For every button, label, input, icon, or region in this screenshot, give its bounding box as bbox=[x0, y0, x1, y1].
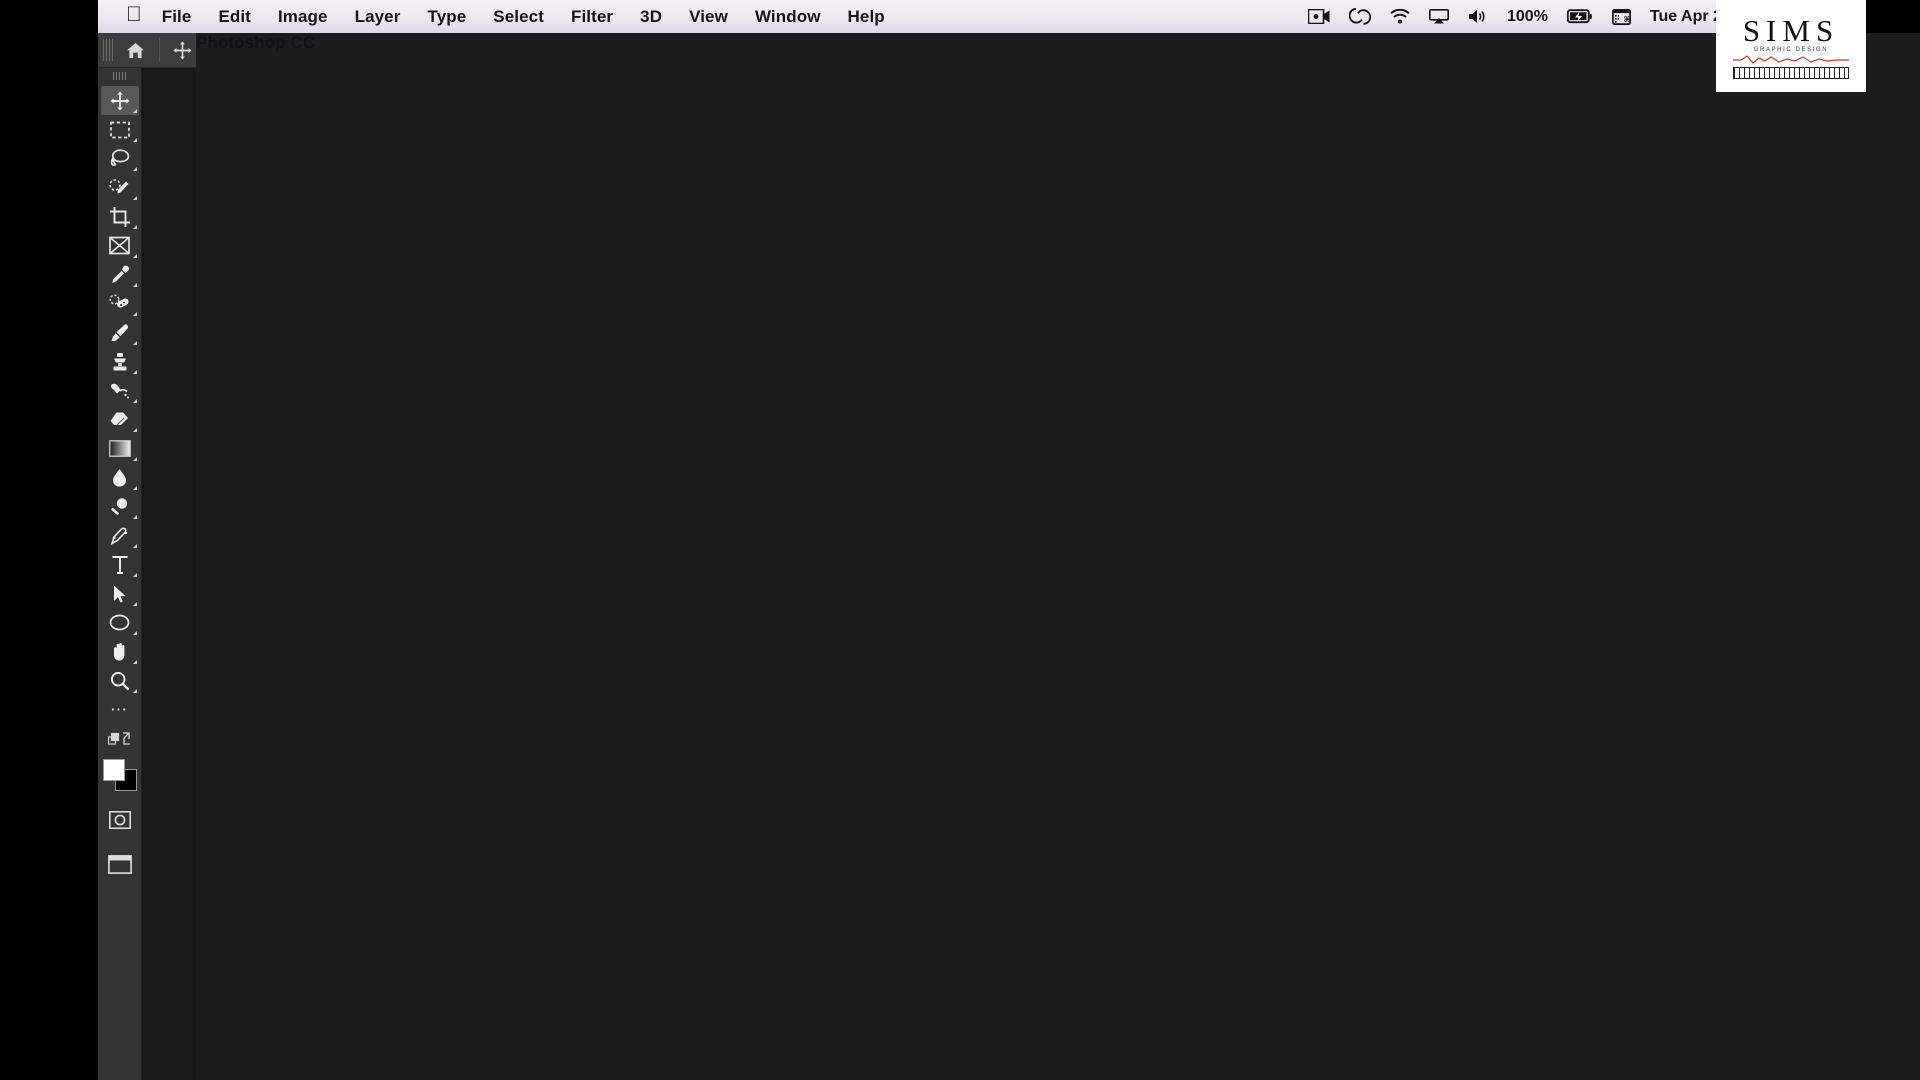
apple-logo-icon[interactable]:  bbox=[126, 4, 142, 25]
menu-item-filter[interactable]: Filter bbox=[571, 7, 613, 27]
toolbar-grip[interactable] bbox=[112, 72, 127, 80]
move-tool[interactable] bbox=[100, 86, 139, 115]
screen-mode-icon[interactable] bbox=[101, 850, 139, 879]
creative-cloud-icon[interactable] bbox=[1349, 8, 1371, 25]
menu-app-name[interactable]: Photoshop CC bbox=[196, 33, 1920, 1080]
lasso-tool[interactable] bbox=[101, 144, 139, 173]
volume-icon[interactable] bbox=[1468, 9, 1488, 24]
menu-item-select[interactable]: Select bbox=[493, 7, 544, 27]
menu-item-3d[interactable]: 3D bbox=[640, 7, 662, 27]
foreground-color-swatch[interactable] bbox=[102, 759, 125, 781]
video-camera-icon[interactable] bbox=[1308, 9, 1330, 24]
zoom-tool[interactable] bbox=[101, 666, 139, 695]
hand-tool[interactable] bbox=[101, 637, 139, 666]
logo-bar-decoration bbox=[1733, 67, 1849, 79]
dodge-tool[interactable] bbox=[101, 492, 139, 521]
airplay-icon[interactable] bbox=[1429, 9, 1449, 24]
blur-tool[interactable] bbox=[101, 463, 139, 492]
watermark-logo: SIMS GRAPHIC DESIGN bbox=[1716, 0, 1866, 92]
crop-tool[interactable] bbox=[101, 202, 139, 231]
type-tool[interactable] bbox=[101, 550, 139, 579]
waveform-decoration bbox=[1733, 55, 1849, 64]
menu-item-type[interactable]: Type bbox=[427, 7, 466, 27]
menu-item-help[interactable]: Help bbox=[848, 7, 885, 27]
battery-percent: 100% bbox=[1507, 7, 1548, 25]
eraser-tool[interactable] bbox=[101, 405, 139, 434]
menu-item-file[interactable]: File bbox=[162, 7, 192, 27]
watermark-title: SIMS bbox=[1742, 13, 1840, 48]
wifi-icon[interactable] bbox=[1390, 9, 1410, 24]
foreground-background-color-swatch[interactable] bbox=[102, 759, 137, 791]
eyedropper-tool[interactable] bbox=[101, 260, 139, 289]
watermark-subtitle: GRAPHIC DESIGN bbox=[1753, 47, 1829, 53]
move-tool-icon bbox=[173, 41, 192, 59]
battery-charging-icon[interactable] bbox=[1566, 9, 1593, 24]
history-brush-tool[interactable] bbox=[101, 376, 139, 405]
home-icon[interactable] bbox=[118, 42, 152, 59]
gradient-tool[interactable] bbox=[101, 434, 139, 463]
svg-text:⌘: ⌘ bbox=[1623, 15, 1630, 24]
left-letterbox bbox=[0, 0, 98, 1080]
menu-item-edit[interactable]: Edit bbox=[218, 7, 251, 27]
path-selection-tool[interactable] bbox=[101, 579, 139, 608]
options-bar-grip[interactable] bbox=[103, 39, 115, 61]
quick-selection-tool[interactable] bbox=[101, 173, 139, 202]
macos-menu-bar:  Photoshop CC File Edit Image Layer Typ… bbox=[98, 0, 1920, 1080]
pen-tool[interactable] bbox=[101, 521, 139, 550]
photoshop-screen:  Photoshop CC File Edit Image Layer Typ… bbox=[0, 0, 1920, 1080]
frame-tool[interactable] bbox=[101, 231, 139, 260]
menu-item-layer[interactable]: Layer bbox=[355, 7, 401, 27]
menu-item-window[interactable]: Window bbox=[755, 7, 821, 27]
rectangular-marquee-tool[interactable] bbox=[101, 115, 139, 144]
keyboard-input-icon[interactable]: ⌘ bbox=[1611, 8, 1631, 25]
quick-mask-icon[interactable] bbox=[101, 805, 139, 834]
menu-item-image[interactable]: Image bbox=[278, 7, 328, 27]
tools-palette: ⋯ bbox=[98, 68, 142, 1080]
default-colors-and-swap-icons[interactable] bbox=[101, 724, 139, 753]
edit-toolbar-more-button[interactable]: ⋯ bbox=[101, 695, 139, 724]
spot-healing-brush-tool[interactable] bbox=[101, 289, 139, 318]
brush-tool[interactable] bbox=[101, 318, 139, 347]
menu-item-view[interactable]: View bbox=[689, 7, 728, 27]
ellipse-tool[interactable] bbox=[101, 608, 139, 637]
clone-stamp-tool[interactable] bbox=[101, 347, 139, 376]
